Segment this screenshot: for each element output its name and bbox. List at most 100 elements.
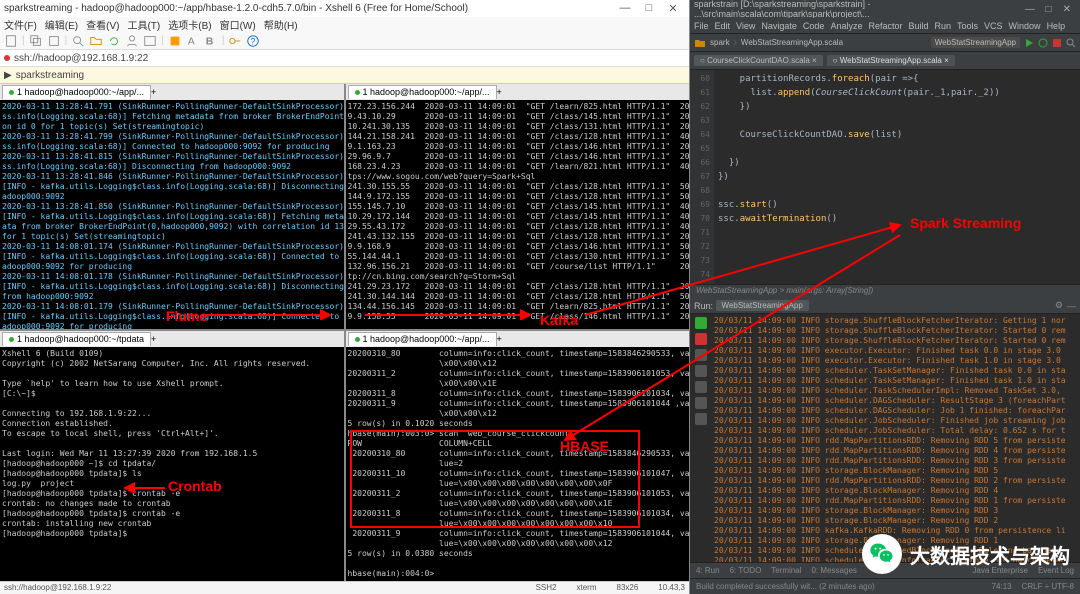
minimize-button[interactable]: — <box>613 2 637 14</box>
maximize-button[interactable]: □ <box>637 2 661 14</box>
add-tab-button[interactable]: + <box>497 334 502 344</box>
key-icon[interactable] <box>228 34 242 48</box>
cursor-pos: 74:13 <box>992 582 1012 591</box>
gear-icon[interactable]: ⚙ <box>1055 300 1063 311</box>
add-tab-button[interactable]: + <box>497 87 502 97</box>
terminal-pane-flume: 1 hadoop@hadoop000:~/app/... + 2020-03-1… <box>0 84 344 329</box>
terminal-output[interactable]: 20200310_80 column=info:click_count, tim… <box>346 347 690 581</box>
refresh-icon[interactable] <box>107 34 121 48</box>
status-tab[interactable]: 0: Messages <box>812 566 857 575</box>
print-icon[interactable] <box>695 381 707 393</box>
search-icon[interactable] <box>1066 38 1076 48</box>
ide-title-text: sparkstrain [D:\sparkstreaming\sparkstra… <box>694 0 1021 19</box>
trash-icon[interactable] <box>695 413 707 425</box>
status-tab[interactable]: Terminal <box>771 566 801 575</box>
xshell-statusbar: ssh://hadoop@192.168.1.9:22 SSH2 xterm 8… <box>0 581 689 594</box>
menu-item[interactable]: VCS <box>984 21 1003 31</box>
doc-icon[interactable] <box>4 34 18 48</box>
status-tab[interactable]: 6: TODO <box>730 566 762 575</box>
terminal-tab[interactable]: 1 hadoop@hadoop000:~/app/... <box>348 85 497 99</box>
run-tab-name[interactable]: WebStatStreamingApp <box>716 300 809 311</box>
command-bar[interactable]: ▶ sparkstreaming <box>0 67 689 84</box>
file-breadcrumb[interactable]: WebStatStreamingApp.scala <box>741 38 843 47</box>
menu-item[interactable]: 帮助(H) <box>264 17 298 32</box>
bold-icon[interactable]: B <box>204 34 218 48</box>
menu-item[interactable]: Refactor <box>868 21 902 31</box>
editor-tabs: ○ CourseClickCountDAO.scala × ○ WebStatS… <box>690 52 1080 70</box>
folder-icon[interactable] <box>89 34 103 48</box>
run-icon[interactable] <box>1024 38 1034 48</box>
stop-icon[interactable] <box>1052 38 1062 48</box>
terminal-output[interactable]: Xshell 6 (Build 0109) Copyright (c) 2002… <box>0 347 344 581</box>
menu-item[interactable]: Tools <box>957 21 978 31</box>
person-icon[interactable] <box>125 34 139 48</box>
help-icon[interactable]: ? <box>246 34 260 48</box>
down-icon[interactable] <box>695 365 707 377</box>
menu-item[interactable]: Build <box>908 21 928 31</box>
console-output[interactable]: 20/03/11 14:09:00 INFO storage.ShuffleBl… <box>714 316 1076 560</box>
xshell-titlebar[interactable]: sparkstreaming - hadoop@hadoop000:~/app/… <box>0 0 689 17</box>
terminal-tab[interactable]: 1 hadoop@hadoop000:~/app/... <box>348 332 497 346</box>
editor-tab[interactable]: ○ CourseClickCountDAO.scala × <box>694 55 823 66</box>
debug-icon[interactable] <box>1038 38 1048 48</box>
terminal-pane-crontab: 1 hadoop@hadoop000:~/tpdata + Xshell 6 (… <box>0 331 344 581</box>
xshell-menubar: 文件(F) 编辑(E) 查看(V) 工具(T) 选项卡(B) 窗口(W) 帮助(… <box>0 17 689 32</box>
status-item: SSH2 <box>536 583 557 592</box>
paste-icon[interactable] <box>47 34 61 48</box>
menu-item[interactable]: Code <box>803 21 825 31</box>
menu-item[interactable]: Navigate <box>761 21 797 31</box>
ide-titlebar[interactable]: sparkstrain [D:\sparkstreaming\sparkstra… <box>690 0 1080 18</box>
menu-item[interactable]: 文件(F) <box>4 17 37 32</box>
menu-item[interactable]: 编辑(E) <box>45 17 78 32</box>
encoding[interactable]: CRLF ÷ UTF-8 <box>1022 582 1074 591</box>
menu-item[interactable]: Run <box>935 21 952 31</box>
terminal-tab[interactable]: 1 hadoop@hadoop000:~/app/... <box>2 85 151 99</box>
font-icon[interactable]: A <box>186 34 200 48</box>
code-area[interactable]: partitionRecords.foreach(pair =>{ list.a… <box>714 70 1080 284</box>
export-icon[interactable] <box>695 397 707 409</box>
menu-item[interactable]: Window <box>1009 21 1041 31</box>
menu-item[interactable]: 选项卡(B) <box>168 17 211 32</box>
menu-item[interactable]: File <box>694 21 709 31</box>
menu-item[interactable]: Edit <box>715 21 731 31</box>
add-tab-button[interactable]: + <box>151 87 156 97</box>
copy-icon[interactable] <box>29 34 43 48</box>
run-console[interactable]: 20/03/11 14:09:00 INFO storage.ShuffleBl… <box>690 314 1080 562</box>
window-icon[interactable] <box>143 34 157 48</box>
xshell-window: sparkstreaming - hadoop@hadoop000:~/app/… <box>0 0 690 594</box>
minimize-tool-icon[interactable]: — <box>1067 301 1076 311</box>
terminal-output[interactable]: 172.23.156.244 2020-03-11 14:09:01 "GET … <box>346 100 690 329</box>
terminal-tab[interactable]: 1 hadoop@hadoop000:~/tpdata <box>2 332 151 346</box>
run-config-dropdown[interactable]: WebStatStreamingApp <box>931 37 1020 48</box>
run-label: Run: <box>694 301 713 311</box>
ide-toolbar: spark › WebStatStreamingApp.scala WebSta… <box>690 34 1080 52</box>
terminal-grid: 1 hadoop@hadoop000:~/app/... + 2020-03-1… <box>0 84 689 581</box>
ide-menubar: File Edit View Navigate Code Analyze Ref… <box>690 18 1080 34</box>
editor-breadcrumb[interactable]: WebStatStreamingApp > main(args: Array[S… <box>690 284 1080 298</box>
maximize-button[interactable]: □ <box>1039 4 1057 15</box>
editor-tab-active[interactable]: ○ WebStatStreamingApp.scala × <box>827 55 955 66</box>
add-tab-button[interactable]: + <box>151 334 156 344</box>
terminal-pane-kafka: 1 hadoop@hadoop000:~/app/... + 172.23.15… <box>346 84 690 329</box>
minimize-button[interactable]: — <box>1021 4 1039 15</box>
folder-icon[interactable] <box>694 37 706 49</box>
terminal-output[interactable]: 2020-03-11 13:28:41.791 (SinkRunner-Poll… <box>0 100 344 329</box>
close-button[interactable]: ✕ <box>661 2 685 15</box>
menu-item[interactable]: Analyze <box>830 21 862 31</box>
color-icon[interactable] <box>168 34 182 48</box>
code-editor[interactable]: 606162636465666768697071727374 partition… <box>690 70 1080 284</box>
menu-item[interactable]: Help <box>1047 21 1066 31</box>
close-button[interactable]: ✕ <box>1058 4 1076 15</box>
menu-item[interactable]: View <box>736 21 755 31</box>
ide-window: sparkstrain [D:\sparkstreaming\sparkstra… <box>690 0 1080 594</box>
search-icon[interactable] <box>71 34 85 48</box>
stop-icon[interactable] <box>695 333 707 345</box>
pause-icon[interactable] <box>695 349 707 361</box>
menu-item[interactable]: 窗口(W) <box>220 17 256 32</box>
rerun-icon[interactable] <box>695 317 707 329</box>
menu-item[interactable]: 工具(T) <box>127 17 160 32</box>
status-tab[interactable]: 4: Run <box>696 566 720 575</box>
address-bar[interactable]: ssh://hadoop@192.168.1.9:22 <box>0 50 689 67</box>
project-name[interactable]: spark <box>710 38 730 47</box>
menu-item[interactable]: 查看(V) <box>86 17 119 32</box>
